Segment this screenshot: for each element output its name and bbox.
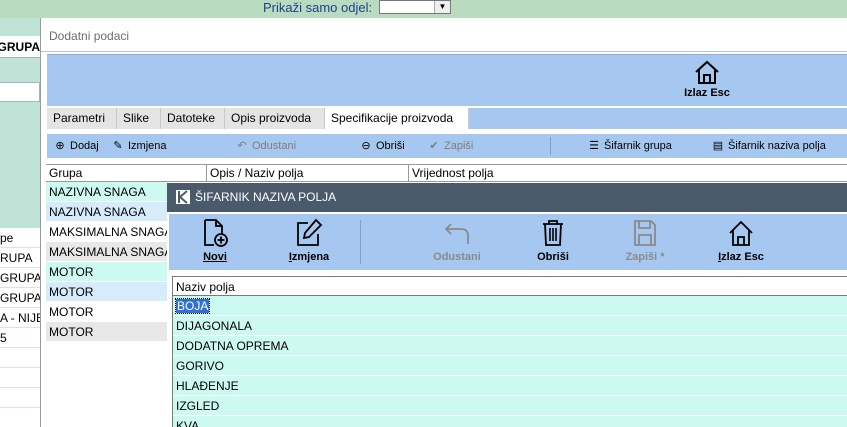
window-title: Dodatni podaci bbox=[41, 18, 847, 52]
background-list-item[interactable] bbox=[0, 348, 40, 368]
tab-parametri[interactable]: Parametri bbox=[47, 108, 117, 129]
save-button-label: Zapiši bbox=[444, 140, 474, 152]
background-list-item[interactable]: GRUPA bbox=[0, 288, 40, 308]
field-codes-button[interactable]: ▤ Šifarnik naziva polja bbox=[711, 139, 826, 153]
background-grupa-header: GRUPA bbox=[0, 36, 40, 58]
department-filter-label: Prikaži samo odjel: bbox=[263, 0, 373, 15]
background-search-input[interactable] bbox=[0, 82, 40, 102]
table-row[interactable]: MOTOR bbox=[46, 322, 168, 342]
tab-specifikacije-proizvoda[interactable]: Specifikacije proizvoda bbox=[325, 108, 469, 129]
table-row[interactable]: MOTOR bbox=[46, 262, 168, 282]
window-toolbar: Izlaz Esc bbox=[47, 54, 847, 106]
floppy-disk-icon bbox=[634, 220, 656, 246]
table-row[interactable]: DIJAGONALA bbox=[173, 316, 847, 336]
cancel-dialog-button-label: Odustani bbox=[433, 251, 481, 263]
table-row[interactable]: MOTOR bbox=[46, 302, 168, 322]
plus-circle-icon: ⊕ bbox=[55, 140, 65, 152]
new-document-icon bbox=[204, 219, 228, 247]
column-header-vrijednost[interactable]: Vrijednost polja bbox=[409, 165, 847, 182]
cancel-button[interactable]: ↶ Odustani bbox=[235, 139, 296, 153]
field-codes-label: Šifarnik naziva polja bbox=[728, 140, 826, 152]
exit-dialog-button-label: Izlaz Esc bbox=[718, 251, 764, 263]
save-button[interactable]: ✔ Zapiši bbox=[427, 139, 473, 153]
column-header-opis[interactable]: Opis / Naziv polja bbox=[207, 165, 409, 182]
exit-dialog-button[interactable]: Izlaz Esc bbox=[701, 218, 781, 263]
edit-icon bbox=[297, 218, 323, 246]
dialog-title-bar: ŠIFARNIK NAZIVA POLJA bbox=[167, 183, 847, 212]
dialog-toolbar: Novi Izmjena Odustani Obriši Zapiši * Iz… bbox=[169, 214, 847, 270]
delete-button[interactable]: ⊖ Obriši bbox=[359, 139, 405, 153]
table-row[interactable]: MAKSIMALNA SNAGA bbox=[46, 222, 168, 242]
background-left-panel: GRUPA pe RUPA GRUPA GRUPA A - NIJE 5 bbox=[0, 18, 40, 427]
table-row[interactable]: NAZIVNA SNAGA bbox=[46, 202, 168, 222]
background-list-item[interactable]: 5 bbox=[0, 328, 40, 348]
document-list-icon: ▤ bbox=[712, 140, 724, 152]
exit-button[interactable]: Izlaz Esc bbox=[672, 59, 742, 99]
background-list-item[interactable]: A - NIJE bbox=[0, 308, 40, 328]
toolbar-separator bbox=[550, 137, 551, 155]
home-icon bbox=[729, 220, 753, 246]
dialog-toolbar-separator bbox=[360, 220, 361, 264]
background-list: pe RUPA GRUPA GRUPA A - NIJE 5 bbox=[0, 228, 40, 427]
app-logo-icon bbox=[176, 190, 190, 204]
group-codes-label: Šifarnik grupa bbox=[604, 140, 672, 152]
department-filter-select[interactable]: ▼ bbox=[379, 0, 451, 14]
selected-cell[interactable]: BOJA bbox=[174, 298, 211, 314]
add-button-label: Dodaj bbox=[70, 140, 99, 152]
background-column-header: pe bbox=[0, 228, 40, 248]
new-button-label: Novi bbox=[203, 251, 227, 263]
minus-circle-icon: ⊖ bbox=[361, 140, 371, 152]
group-codes-button[interactable]: ☰ Šifarnik grupa bbox=[587, 139, 672, 153]
table-row[interactable]: MOTOR bbox=[46, 282, 168, 302]
cancel-dialog-button[interactable]: Odustani bbox=[417, 218, 497, 263]
background-list-item[interactable] bbox=[0, 408, 40, 427]
table-row[interactable]: IZGLED bbox=[173, 396, 847, 416]
grid-header: Grupa Opis / Naziv polja Vrijednost polj… bbox=[46, 164, 847, 182]
field-name-codes-dialog: ŠIFARNIK NAZIVA POLJA Novi Izmjena Odust… bbox=[167, 183, 847, 427]
table-row-selected[interactable]: BOJA bbox=[173, 296, 847, 316]
delete-dialog-button[interactable]: Obriši bbox=[513, 218, 593, 263]
list-icon: ☰ bbox=[589, 140, 599, 152]
table-row[interactable]: KVA bbox=[173, 416, 847, 427]
field-name-grid: Naziv polja BOJA DIJAGONALA DODATNA OPRE… bbox=[172, 276, 847, 427]
background-list-item[interactable]: GRUPA bbox=[0, 268, 40, 288]
tab-bar: Parametri Slike Datoteke Opis proizvoda … bbox=[47, 108, 847, 129]
specifications-toolbar: ⊕ Dodaj ✎ Izmjena ↶ Odustani ⊖ Obriši ✔ Zapiš… bbox=[47, 134, 847, 158]
tab-opis-proizvoda[interactable]: Opis proizvoda bbox=[225, 108, 325, 129]
home-icon bbox=[695, 60, 719, 84]
table-row[interactable]: GORIVO bbox=[173, 356, 847, 376]
add-button[interactable]: ⊕ Dodaj bbox=[53, 139, 99, 153]
background-list-item[interactable] bbox=[0, 388, 40, 408]
delete-button-label: Obriši bbox=[376, 140, 405, 152]
undo-icon: ↶ bbox=[237, 140, 247, 152]
background-list-item[interactable] bbox=[0, 368, 40, 388]
background-list-item[interactable]: RUPA bbox=[0, 248, 40, 268]
edit-button-label: Izmjena bbox=[128, 140, 167, 152]
table-row[interactable]: HLAĐENJE bbox=[173, 376, 847, 396]
column-header-grupa[interactable]: Grupa bbox=[46, 165, 207, 182]
edit-dialog-button[interactable]: Izmjena bbox=[269, 218, 349, 263]
new-button[interactable]: Novi bbox=[175, 218, 255, 263]
edit-button[interactable]: ✎ Izmjena bbox=[111, 139, 167, 153]
dialog-title: ŠIFARNIK NAZIVA POLJA bbox=[195, 190, 337, 204]
exit-button-label: Izlaz Esc bbox=[684, 87, 730, 99]
save-dialog-button-label: Zapiši * bbox=[625, 251, 665, 263]
table-row[interactable]: NAZIVNA SNAGA bbox=[46, 182, 168, 202]
save-dialog-button[interactable]: Zapiši * bbox=[605, 218, 685, 263]
edit-dialog-button-label: Izmjena bbox=[288, 251, 330, 263]
delete-dialog-button-label: Obriši bbox=[537, 251, 569, 263]
tab-datoteke[interactable]: Datoteke bbox=[161, 108, 225, 129]
cancel-button-label: Odustani bbox=[252, 140, 297, 152]
table-row[interactable]: MAKSIMALNA SNAGA bbox=[46, 242, 168, 262]
edit-icon: ✎ bbox=[113, 140, 123, 152]
table-row[interactable]: DODATNA OPREMA bbox=[173, 336, 847, 356]
chevron-down-icon[interactable]: ▼ bbox=[434, 1, 450, 13]
undo-icon bbox=[444, 223, 469, 244]
tab-slike[interactable]: Slike bbox=[117, 108, 161, 129]
column-header-naziv-polja[interactable]: Naziv polja bbox=[173, 276, 847, 296]
trash-icon bbox=[543, 220, 563, 246]
check-circle-icon: ✔ bbox=[429, 140, 439, 152]
